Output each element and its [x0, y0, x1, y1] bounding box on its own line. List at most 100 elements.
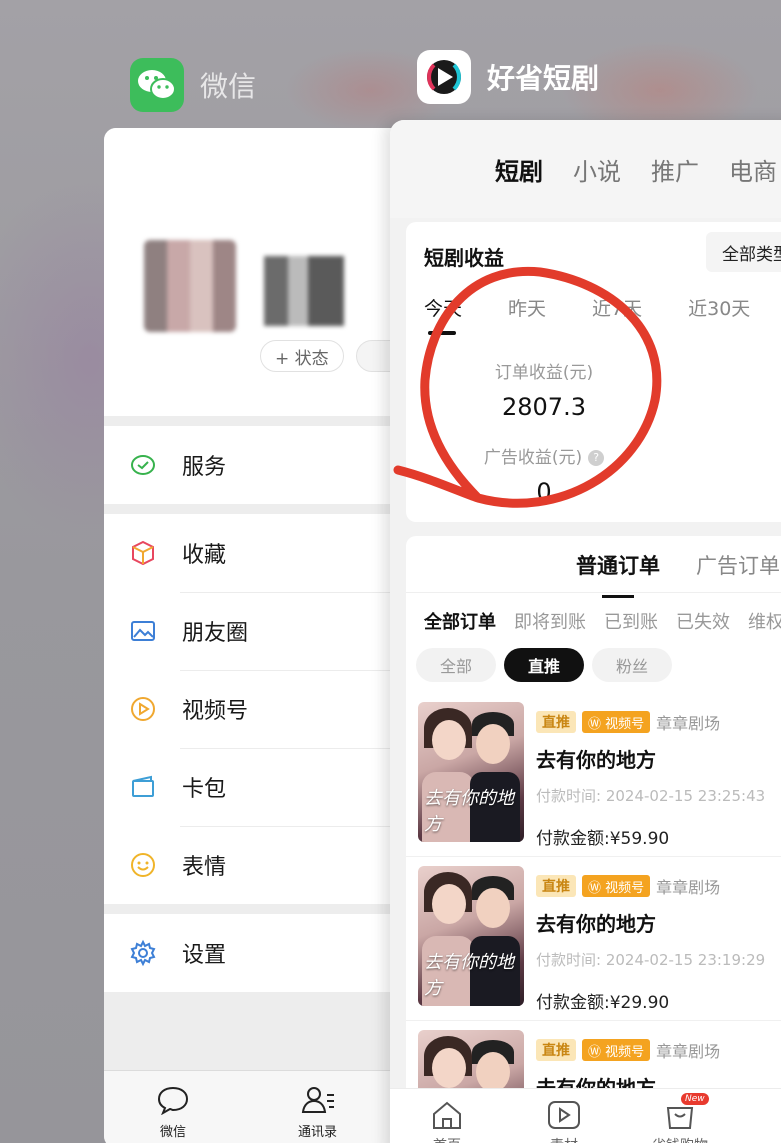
- type-select[interactable]: 全部类型: [706, 232, 781, 272]
- shopping-bag-icon: New: [663, 1093, 709, 1135]
- order-type-tabs: 普通订单 广告订单: [576, 550, 781, 598]
- earnings-stats: 订单收益(元) 2807.3 广告收益(元)? 0: [406, 358, 682, 506]
- period-yesterday[interactable]: 昨天: [508, 294, 546, 321]
- status-all[interactable]: 全部订单: [424, 608, 496, 634]
- tab-promotion[interactable]: 推广: [651, 152, 699, 187]
- tab-drama[interactable]: 短剧: [495, 152, 543, 187]
- menu-item-service[interactable]: 服务: [104, 426, 404, 504]
- order-list-item[interactable]: 去有你的地方 直推 Ⓦ 视频号 章章剧场 去有你的地方 付款时间: 2024-0…: [418, 702, 781, 849]
- new-badge: New: [681, 1093, 709, 1105]
- payment-time-value: 2024-02-15 23:25:43: [605, 787, 766, 805]
- channel-tag: Ⓦ 视频号: [582, 875, 651, 897]
- menu-item-label: 收藏: [182, 543, 227, 568]
- period-30days[interactable]: 近30天: [688, 294, 750, 321]
- status-dispute[interactable]: 维权: [748, 608, 781, 634]
- drama-poster: 去有你的地方: [418, 702, 524, 842]
- channel-tag: Ⓦ 视频号: [582, 1039, 651, 1061]
- source-filter-chips: 全部 直推 粉丝: [416, 648, 680, 682]
- wechat-logo-icon: [130, 58, 184, 112]
- order-info: 直推 Ⓦ 视频号 章章剧场 去有你的地方 付款时间: 2024-02-15 23…: [536, 702, 765, 849]
- wechat-tabbar: 微信 通讯录: [104, 1070, 404, 1143]
- profile-section[interactable]: + 状态: [104, 128, 404, 416]
- status-received[interactable]: 已到账: [604, 608, 658, 634]
- direct-tag: 直推: [536, 875, 576, 897]
- ad-earnings-label: 广告收益(元): [483, 448, 583, 468]
- channels-logo-icon: Ⓦ: [588, 716, 602, 732]
- card-wallet-icon: [128, 772, 158, 802]
- menu-item-label: 朋友圈: [182, 621, 249, 646]
- tab-label: 通讯录: [298, 1125, 338, 1140]
- tab-novel[interactable]: 小说: [573, 152, 621, 187]
- period-today[interactable]: 今天: [424, 294, 462, 335]
- status-expired[interactable]: 已失效: [676, 608, 730, 634]
- contacts-icon: [300, 1085, 336, 1119]
- drama-logo-icon: [417, 50, 471, 104]
- profile-name-blurred: [264, 256, 344, 326]
- tab-label: 省钱购物: [652, 1135, 708, 1143]
- tab-label: 微信: [159, 1125, 186, 1140]
- theater-name: 章章剧场: [656, 878, 721, 897]
- wechat-app-header[interactable]: 微信: [130, 58, 256, 112]
- tab-chats[interactable]: 微信: [156, 1083, 190, 1140]
- menu-item-card-wallet[interactable]: 卡包: [104, 748, 404, 826]
- help-icon[interactable]: ?: [588, 450, 605, 466]
- theater-name: 章章剧场: [656, 714, 721, 733]
- menu-item-label: 视频号: [182, 699, 249, 724]
- payment-time-label: 付款时间:: [536, 951, 602, 969]
- earnings-card: 短剧收益 全部类型 今天 昨天 近7天 近30天 订单收益(元) 2807.3 …: [406, 222, 781, 522]
- tab-ad-orders[interactable]: 广告订单: [696, 550, 780, 580]
- channels-icon: [128, 694, 158, 724]
- avatar[interactable]: [144, 240, 236, 332]
- tab-ecommerce[interactable]: 电商: [729, 152, 777, 187]
- drama-tabbar: 首页 素材 New 省钱购物: [390, 1088, 781, 1143]
- order-list-item[interactable]: 去有你的地方 直推 Ⓦ 视频号 章章剧场 去有你的地方 付款时间: 2024-0…: [418, 866, 781, 1013]
- divider: [406, 1020, 781, 1021]
- menu-item-label: 设置: [182, 943, 227, 968]
- order-title: 去有你的地方: [536, 912, 656, 936]
- earnings-title: 短剧收益: [424, 246, 504, 270]
- payment-amount: 付款金额:¥29.90: [536, 988, 765, 1013]
- payment-time-label: 付款时间:: [536, 787, 602, 805]
- wechat-app-name: 微信: [200, 70, 257, 103]
- tab-material[interactable]: 素材: [546, 1099, 582, 1143]
- status-button[interactable]: + 状态: [260, 340, 344, 372]
- payment-amount: 付款金额:¥59.90: [536, 824, 765, 849]
- chip-direct[interactable]: 直推: [504, 648, 585, 682]
- menu-item-channels[interactable]: 视频号: [104, 670, 404, 748]
- drama-app-name: 好省短剧: [487, 62, 600, 95]
- tab-home[interactable]: 首页: [430, 1099, 464, 1143]
- tab-normal-orders[interactable]: 普通订单: [576, 550, 660, 598]
- main-menu-section: 收藏 朋友圈 视频号 卡包 表情: [104, 514, 404, 904]
- status-pending[interactable]: 即将到账: [514, 608, 586, 634]
- order-info: 直推 Ⓦ 视频号 章章剧场 去有你的地方 付款时间: 2024-02-15 23…: [536, 866, 765, 1013]
- drama-app-header[interactable]: 好省短剧: [417, 50, 599, 104]
- payment-amount-value: ¥29.90: [609, 993, 670, 1013]
- drama-app-window[interactable]: 短剧 小说 推广 电商 短剧收益 全部类型 今天 昨天 近7天 近30天 订单收…: [390, 120, 781, 1143]
- poster-title: 去有你的地方: [424, 952, 514, 999]
- menu-item-stickers[interactable]: 表情: [104, 826, 404, 904]
- menu-item-label: 表情: [182, 855, 227, 880]
- period-7days[interactable]: 近7天: [592, 294, 642, 321]
- payment-time: 付款时间: 2024-02-15 23:19:29: [536, 949, 765, 970]
- home-icon: [430, 1099, 464, 1135]
- settings-icon: [128, 938, 158, 968]
- tab-contacts[interactable]: 通讯录: [298, 1083, 337, 1140]
- menu-item-moments[interactable]: 朋友圈: [104, 592, 404, 670]
- channel-tag-label: 视频号: [605, 1044, 645, 1060]
- wechat-me-page[interactable]: + 状态 服务 收藏 朋友圈 视频号 卡包 表情 设置 微信 通讯录: [104, 128, 404, 1143]
- menu-item-settings[interactable]: 设置: [104, 914, 404, 992]
- chip-fans[interactable]: 粉丝: [592, 648, 673, 682]
- channels-logo-icon: Ⓦ: [588, 880, 602, 896]
- tab-shopping[interactable]: New 省钱购物: [652, 1093, 709, 1143]
- favorites-icon: [128, 538, 158, 568]
- menu-item-label: 服务: [182, 455, 227, 480]
- settings-section: 设置: [104, 914, 404, 992]
- order-earnings-label: 订单收益(元): [494, 363, 594, 383]
- order-earnings-value: 2807.3: [502, 393, 586, 421]
- menu-item-favorites[interactable]: 收藏: [104, 514, 404, 592]
- payment-amount-value: ¥59.90: [609, 829, 670, 849]
- channels-logo-icon: Ⓦ: [588, 1044, 602, 1060]
- chip-all[interactable]: 全部: [416, 648, 497, 682]
- period-tabs: 今天 昨天 近7天 近30天: [424, 294, 781, 335]
- payment-amount-label: 付款金额:: [536, 829, 610, 849]
